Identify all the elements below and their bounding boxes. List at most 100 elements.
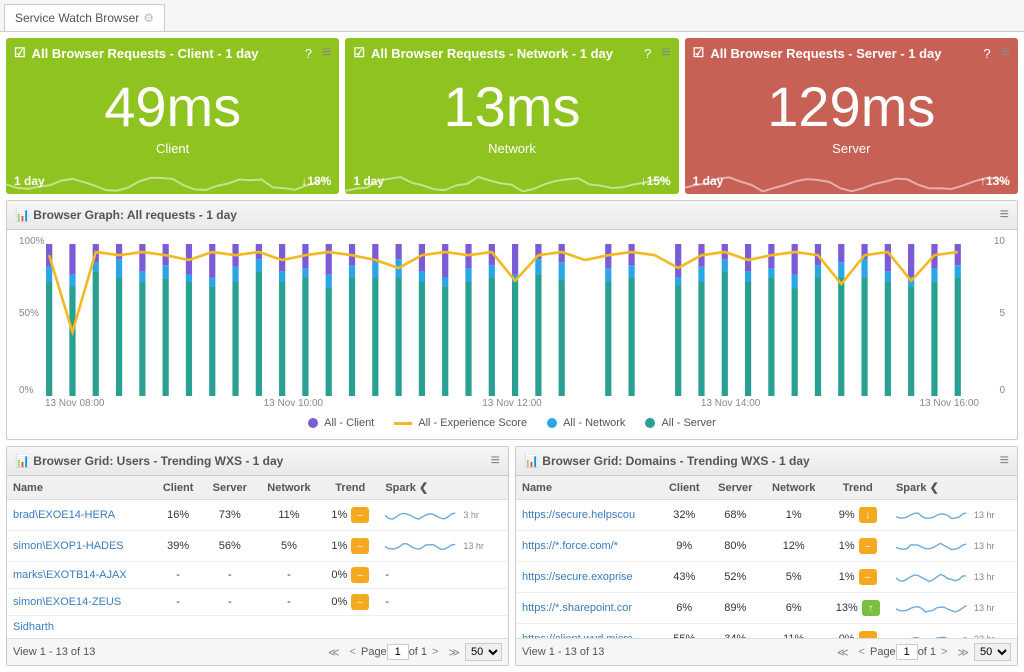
row-name-link[interactable]: Sidharth — [13, 621, 54, 633]
column-header[interactable]: Trend — [826, 476, 890, 500]
pager-prev-button[interactable]: < — [854, 644, 870, 660]
cell-client — [153, 616, 203, 639]
row-name-link[interactable]: simon\EXOE14-ZEUS — [13, 596, 121, 608]
column-header[interactable]: Network — [257, 476, 322, 500]
trend-arrow-icon: – — [351, 507, 369, 523]
help-icon[interactable]: ? — [644, 46, 651, 61]
y-right-tick: 0 — [999, 385, 1005, 396]
cell-client: 39% — [153, 531, 203, 562]
column-header[interactable]: Network — [762, 476, 826, 500]
pager-first-button[interactable]: ≪ — [832, 644, 854, 661]
trend-arrow-icon: – — [351, 538, 369, 554]
gear-icon[interactable]: ⚙ — [143, 11, 154, 25]
help-icon[interactable]: ? — [983, 46, 990, 61]
tab-service-watch-browser[interactable]: Service Watch Browser ⚙ — [4, 4, 165, 31]
pager-last-button[interactable]: ≫ — [952, 644, 974, 661]
kpi-value: 13ms — [345, 74, 678, 139]
row-name-link[interactable]: brad\EXOE14-HERA — [13, 509, 115, 521]
column-header[interactable]: Spark ❮ — [890, 476, 1017, 500]
pager-page-input[interactable] — [387, 644, 409, 660]
legend-item[interactable]: All - Network — [547, 417, 625, 429]
panel-title: Browser Grid: Domains - Trending WXS - 1… — [542, 454, 809, 468]
y-left-tick: 50% — [19, 308, 39, 319]
row-name-link[interactable]: https://*.force.com/* — [522, 540, 618, 552]
column-header[interactable]: Client — [153, 476, 203, 500]
cell-network — [257, 616, 322, 639]
panel-menu-icon[interactable]: ≡ — [661, 44, 670, 62]
cell-server: 89% — [709, 593, 762, 624]
cell-server: 34% — [709, 624, 762, 639]
spark-cell: - — [385, 569, 389, 581]
pager-next-button[interactable]: > — [936, 644, 952, 660]
legend-item[interactable]: All - Experience Score — [394, 417, 527, 429]
cell-client: - — [153, 562, 203, 589]
pager-page-input[interactable] — [896, 644, 918, 660]
cell-client: 16% — [153, 500, 203, 531]
panel-menu-icon[interactable]: ≡ — [1000, 452, 1009, 470]
kpi-foot-right: ↓15% — [641, 174, 671, 188]
kpi-card: ☑ All Browser Requests - Server - 1 day … — [685, 38, 1018, 194]
cell-client: 9% — [660, 531, 709, 562]
trend-badge: 0% – — [839, 631, 877, 638]
chart-area: 100% 50% 0% 10 5 0 — [15, 236, 1009, 396]
spark-cell: 13 hr — [896, 598, 1011, 618]
pager-first-button[interactable]: ≪ — [323, 644, 345, 661]
pager-last-button[interactable]: ≫ — [443, 644, 465, 661]
row-name-link[interactable]: https://secure.exoprise — [522, 571, 633, 583]
panel-title: Browser Graph: All requests - 1 day — [33, 208, 237, 222]
legend-item[interactable]: All - Server — [645, 417, 715, 429]
spark-cell: 13 hr — [896, 567, 1011, 587]
panel-browser-graph: 📊 Browser Graph: All requests - 1 day ≡ … — [6, 200, 1018, 440]
trend-badge: 9% ↓ — [839, 507, 877, 523]
column-header[interactable]: Spark ❮ — [379, 476, 508, 500]
kpi-foot-left: 1 day — [14, 174, 45, 188]
column-header[interactable]: Server — [203, 476, 257, 500]
row-name-link[interactable]: https://secure.helpscou — [522, 509, 635, 521]
column-header[interactable]: Name — [7, 476, 153, 500]
pager-page-label: Page — [870, 646, 896, 658]
kpi-foot-left: 1 day — [693, 174, 724, 188]
cell-client: 43% — [660, 562, 709, 593]
trend-arrow-icon: – — [351, 567, 369, 583]
table-row: simon\EXOP1-HADES39%56%5%1% –13 hr — [7, 531, 508, 562]
column-header[interactable]: Name — [516, 476, 660, 500]
pager-size-select[interactable]: 50 — [465, 643, 502, 661]
x-tick: 13 Nov 12:00 — [482, 398, 542, 409]
cell-network: - — [257, 562, 322, 589]
cell-network: - — [257, 589, 322, 616]
pager-size-select[interactable]: 50 — [974, 643, 1011, 661]
help-icon[interactable]: ? — [305, 46, 312, 61]
panel-menu-icon[interactable]: ≡ — [491, 452, 500, 470]
chart-svg — [15, 236, 1009, 396]
pager-next-button[interactable]: > — [427, 644, 443, 660]
table-row: Sidharth — [7, 616, 508, 639]
row-name-link[interactable]: marks\EXOTB14-AJAX — [13, 569, 127, 581]
kpi-value: 129ms — [685, 74, 1018, 139]
legend-swatch — [308, 418, 318, 428]
legend-item[interactable]: All - Client — [308, 417, 374, 429]
column-header[interactable]: Trend — [321, 476, 379, 500]
cell-network: 5% — [257, 531, 322, 562]
column-header[interactable]: Client — [660, 476, 709, 500]
y-right-tick: 10 — [994, 236, 1005, 247]
row-name-link[interactable]: simon\EXOP1-HADES — [13, 540, 124, 552]
x-tick: 13 Nov 08:00 — [45, 398, 105, 409]
panel-menu-icon[interactable]: ≡ — [322, 44, 331, 62]
cell-server: - — [203, 562, 257, 589]
trend-badge: 1% – — [331, 538, 369, 554]
cell-server: 73% — [203, 500, 257, 531]
pager-prev-button[interactable]: < — [345, 644, 361, 660]
table-row: marks\EXOTB14-AJAX---0% –- — [7, 562, 508, 589]
spark-cell: 13 hr — [385, 536, 502, 556]
chart-icon: 📊 — [15, 208, 30, 222]
legend-swatch — [547, 418, 557, 428]
panel-menu-icon[interactable]: ≡ — [1001, 44, 1010, 62]
pager-of-label: of 1 — [918, 646, 936, 658]
cell-network: 12% — [762, 531, 826, 562]
column-header[interactable]: Server — [709, 476, 762, 500]
grid-domains-table: NameClientServerNetworkTrendSpark ❮ https… — [516, 476, 1017, 638]
panel-menu-icon[interactable]: ≡ — [1000, 206, 1009, 224]
row-name-link[interactable]: https://*.sharepoint.cor — [522, 602, 632, 614]
trend-badge: 1% – — [839, 538, 877, 554]
trend-arrow-icon: – — [859, 569, 877, 585]
